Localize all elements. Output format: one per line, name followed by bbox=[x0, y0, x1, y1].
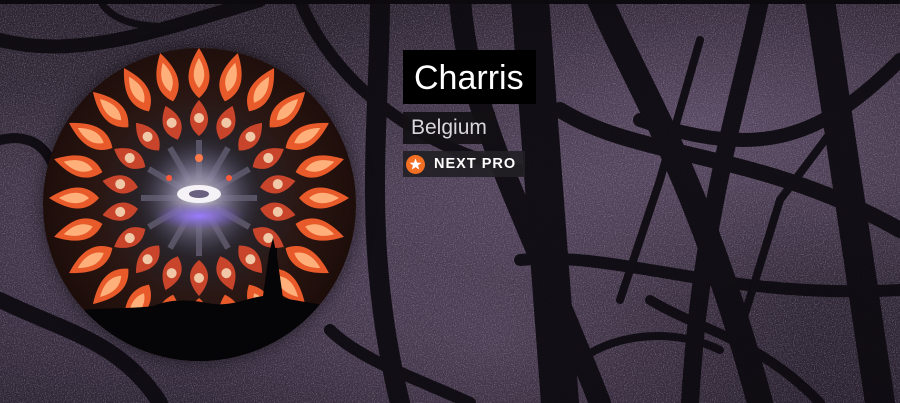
top-edge-strip bbox=[0, 0, 900, 4]
profile-name[interactable]: Charris bbox=[403, 50, 536, 104]
profile-country: Belgium bbox=[403, 112, 495, 144]
badge-label: NEXT PRO bbox=[434, 156, 517, 172]
profile-avatar[interactable] bbox=[43, 48, 356, 361]
kaleidoscope-avatar-image bbox=[43, 48, 356, 361]
next-pro-badge[interactable]: NEXT PRO bbox=[403, 151, 526, 177]
profile-info: Charris Belgium NEXT PRO bbox=[403, 50, 536, 179]
profile-header-banner: Charris Belgium NEXT PRO bbox=[0, 0, 900, 403]
star-icon bbox=[406, 154, 425, 174]
